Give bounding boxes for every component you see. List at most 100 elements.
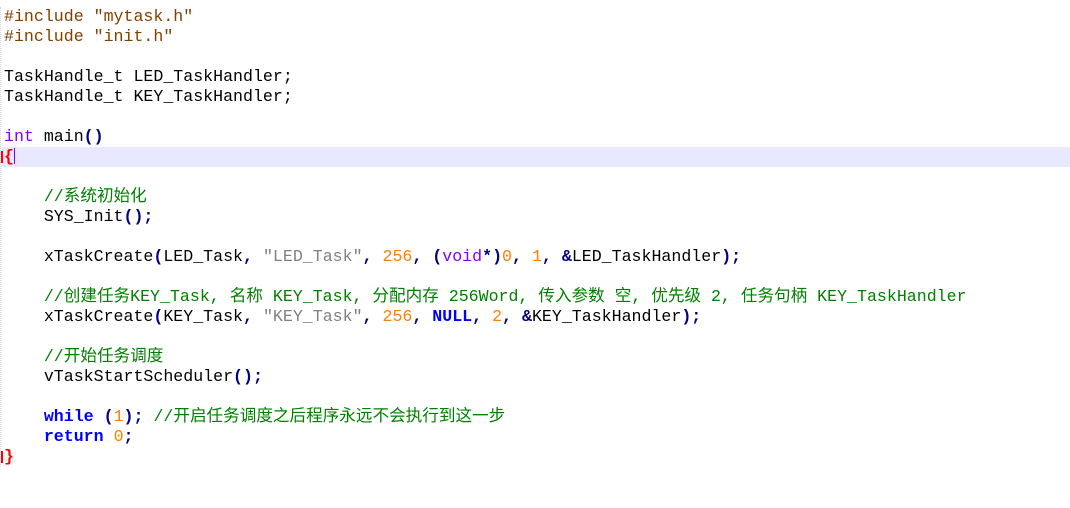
code-line[interactable]: #include "init.h": [1, 27, 1070, 47]
code-line[interactable]: [1, 227, 1070, 247]
code-token: ();: [233, 367, 263, 386]
code-line[interactable]: //创建任务KEY_Task, 名称 KEY_Task, 分配内存 256Wor…: [1, 287, 1070, 307]
code-token: 1: [531, 247, 542, 266]
code-token: ,: [412, 247, 423, 266]
brace-match-marker: [1, 151, 3, 163]
code-line[interactable]: //开始任务调度: [1, 347, 1070, 367]
code-token: TaskHandle_t KEY_TaskHandler;: [4, 87, 293, 106]
code-line-current[interactable]: {: [1, 147, 1070, 167]
code-token: "LED_Task": [262, 247, 363, 266]
code-token: ,: [472, 307, 483, 326]
code-token: SYS_Init: [4, 207, 124, 226]
brace-match-marker: [1, 451, 3, 463]
code-token: );: [681, 307, 702, 326]
code-token: LED_Task: [163, 247, 244, 266]
code-line[interactable]: vTaskStartScheduler();: [1, 367, 1070, 387]
code-token: (): [83, 127, 104, 146]
code-token: ,: [243, 247, 253, 266]
code-editor[interactable]: #include "mytask.h" #include "init.h" Task…: [0, 7, 1070, 467]
code-line[interactable]: while (1); //开启任务调度之后程序永远不会执行到这一步: [1, 407, 1070, 427]
code-line[interactable]: TaskHandle_t KEY_TaskHandler;: [1, 87, 1070, 107]
code-token: 2: [492, 307, 503, 326]
code-token: 256: [382, 307, 413, 326]
code-line[interactable]: xTaskCreate(KEY_Task, "KEY_Task", 256, N…: [1, 307, 1070, 327]
code-line[interactable]: //系统初始化: [1, 187, 1070, 207]
code-token: xTaskCreate: [4, 307, 154, 326]
code-token: );: [721, 247, 742, 266]
code-line[interactable]: }: [1, 447, 1070, 467]
code-token: 256: [382, 247, 413, 266]
code-token: ();: [123, 207, 154, 226]
code-token: //开始任务调度: [43, 347, 164, 366]
code-line[interactable]: [1, 387, 1070, 407]
code-line[interactable]: [1, 167, 1070, 187]
code-token: ;: [123, 427, 134, 446]
code-line[interactable]: #include "mytask.h": [1, 7, 1070, 27]
code-token: 0: [502, 247, 512, 266]
code-token: ,: [243, 307, 253, 326]
code-token: &: [561, 247, 572, 266]
code-line[interactable]: [1, 107, 1070, 127]
code-token: );: [123, 407, 144, 426]
code-token: *): [482, 247, 503, 266]
code-line[interactable]: TaskHandle_t LED_TaskHandler;: [1, 67, 1070, 87]
code-token: 0: [113, 427, 124, 446]
code-token: NULL: [432, 307, 473, 326]
code-token: TaskHandle_t LED_TaskHandler;: [4, 67, 293, 86]
code-token: ,: [412, 307, 423, 326]
code-token: int: [4, 127, 34, 146]
code-line[interactable]: [1, 267, 1070, 287]
code-token: (: [153, 307, 164, 326]
code-token: void: [442, 247, 483, 266]
code-token: LED_TaskHandler: [571, 247, 722, 266]
code-token: KEY_Task: [163, 307, 244, 326]
code-token: ,: [512, 247, 522, 266]
code-token: KEY_TaskHandler: [531, 307, 682, 326]
code-token: ,: [362, 247, 373, 266]
code-token: xTaskCreate: [4, 247, 154, 266]
text-caret: [13, 148, 15, 164]
code-line[interactable]: return 0;: [1, 427, 1070, 447]
code-token: ,: [502, 307, 513, 326]
code-token: {: [4, 147, 14, 166]
code-token: (: [103, 407, 114, 426]
code-token: //开启任务调度之后程序永远不会执行到这一步: [153, 407, 506, 426]
code-token: #include "mytask.h": [4, 7, 194, 26]
code-token: return: [43, 427, 104, 446]
code-line[interactable]: [1, 47, 1070, 67]
code-token: vTaskStartScheduler: [4, 367, 234, 386]
code-token: //系统初始化: [43, 187, 147, 206]
code-token: }: [4, 447, 14, 466]
code-token: "KEY_Task": [262, 307, 363, 326]
code-token: main: [33, 127, 84, 146]
code-token: &: [521, 307, 532, 326]
code-line[interactable]: xTaskCreate(LED_Task, "LED_Task", 256, (…: [1, 247, 1070, 267]
code-token: #include "init.h": [4, 27, 174, 46]
code-line[interactable]: [1, 327, 1070, 347]
code-token: ,: [541, 247, 552, 266]
code-token: (: [153, 247, 164, 266]
code-token: (: [432, 247, 443, 266]
code-line[interactable]: SYS_Init();: [1, 207, 1070, 227]
code-token: ,: [362, 307, 373, 326]
code-token: 1: [113, 407, 124, 426]
code-line[interactable]: int main(): [1, 127, 1070, 147]
code-token: //创建任务KEY_Task, 名称 KEY_Task, 分配内存 256Wor…: [43, 287, 967, 306]
